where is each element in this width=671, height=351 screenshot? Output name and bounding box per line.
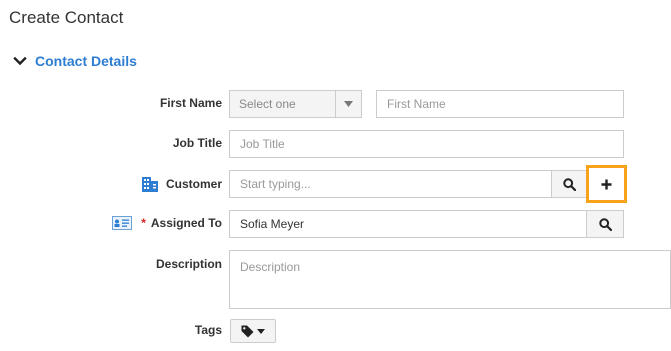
job-title-label: Job Title <box>172 136 222 150</box>
description-textarea[interactable]: Description <box>229 250 671 309</box>
description-label: Description <box>155 257 222 271</box>
tags-label: Tags <box>194 323 222 337</box>
customer-label: Customer <box>141 176 222 192</box>
add-customer-button[interactable] <box>586 165 627 203</box>
chevron-down-icon[interactable] <box>13 54 27 68</box>
plus-icon <box>601 179 612 189</box>
search-icon <box>598 217 612 231</box>
assigned-to-label: * Assigned To <box>112 216 222 230</box>
page-title: Create Contact <box>9 8 124 27</box>
customer-input[interactable]: Start typing... <box>229 170 552 198</box>
customer-search-button[interactable] <box>551 170 588 198</box>
required-marker: * <box>141 216 146 230</box>
search-icon <box>563 177 576 191</box>
caret-down-icon <box>335 91 361 117</box>
tags-dropdown-button[interactable] <box>230 319 276 343</box>
assigned-to-input[interactable]: Sofia Meyer <box>229 210 587 238</box>
section-contact-details[interactable]: Contact Details <box>13 53 137 69</box>
contact-card-icon <box>112 216 133 230</box>
job-title-input[interactable]: Job Title <box>229 130 624 158</box>
building-icon <box>141 177 158 192</box>
salutation-select[interactable]: Select one <box>229 90 362 118</box>
first-name-label: First Name <box>159 96 222 110</box>
section-title: Contact Details <box>35 53 137 69</box>
tag-icon <box>241 325 254 337</box>
first-name-input[interactable]: First Name <box>376 90 624 118</box>
assigned-to-search-button[interactable] <box>586 210 624 238</box>
caret-down-icon <box>257 328 265 334</box>
